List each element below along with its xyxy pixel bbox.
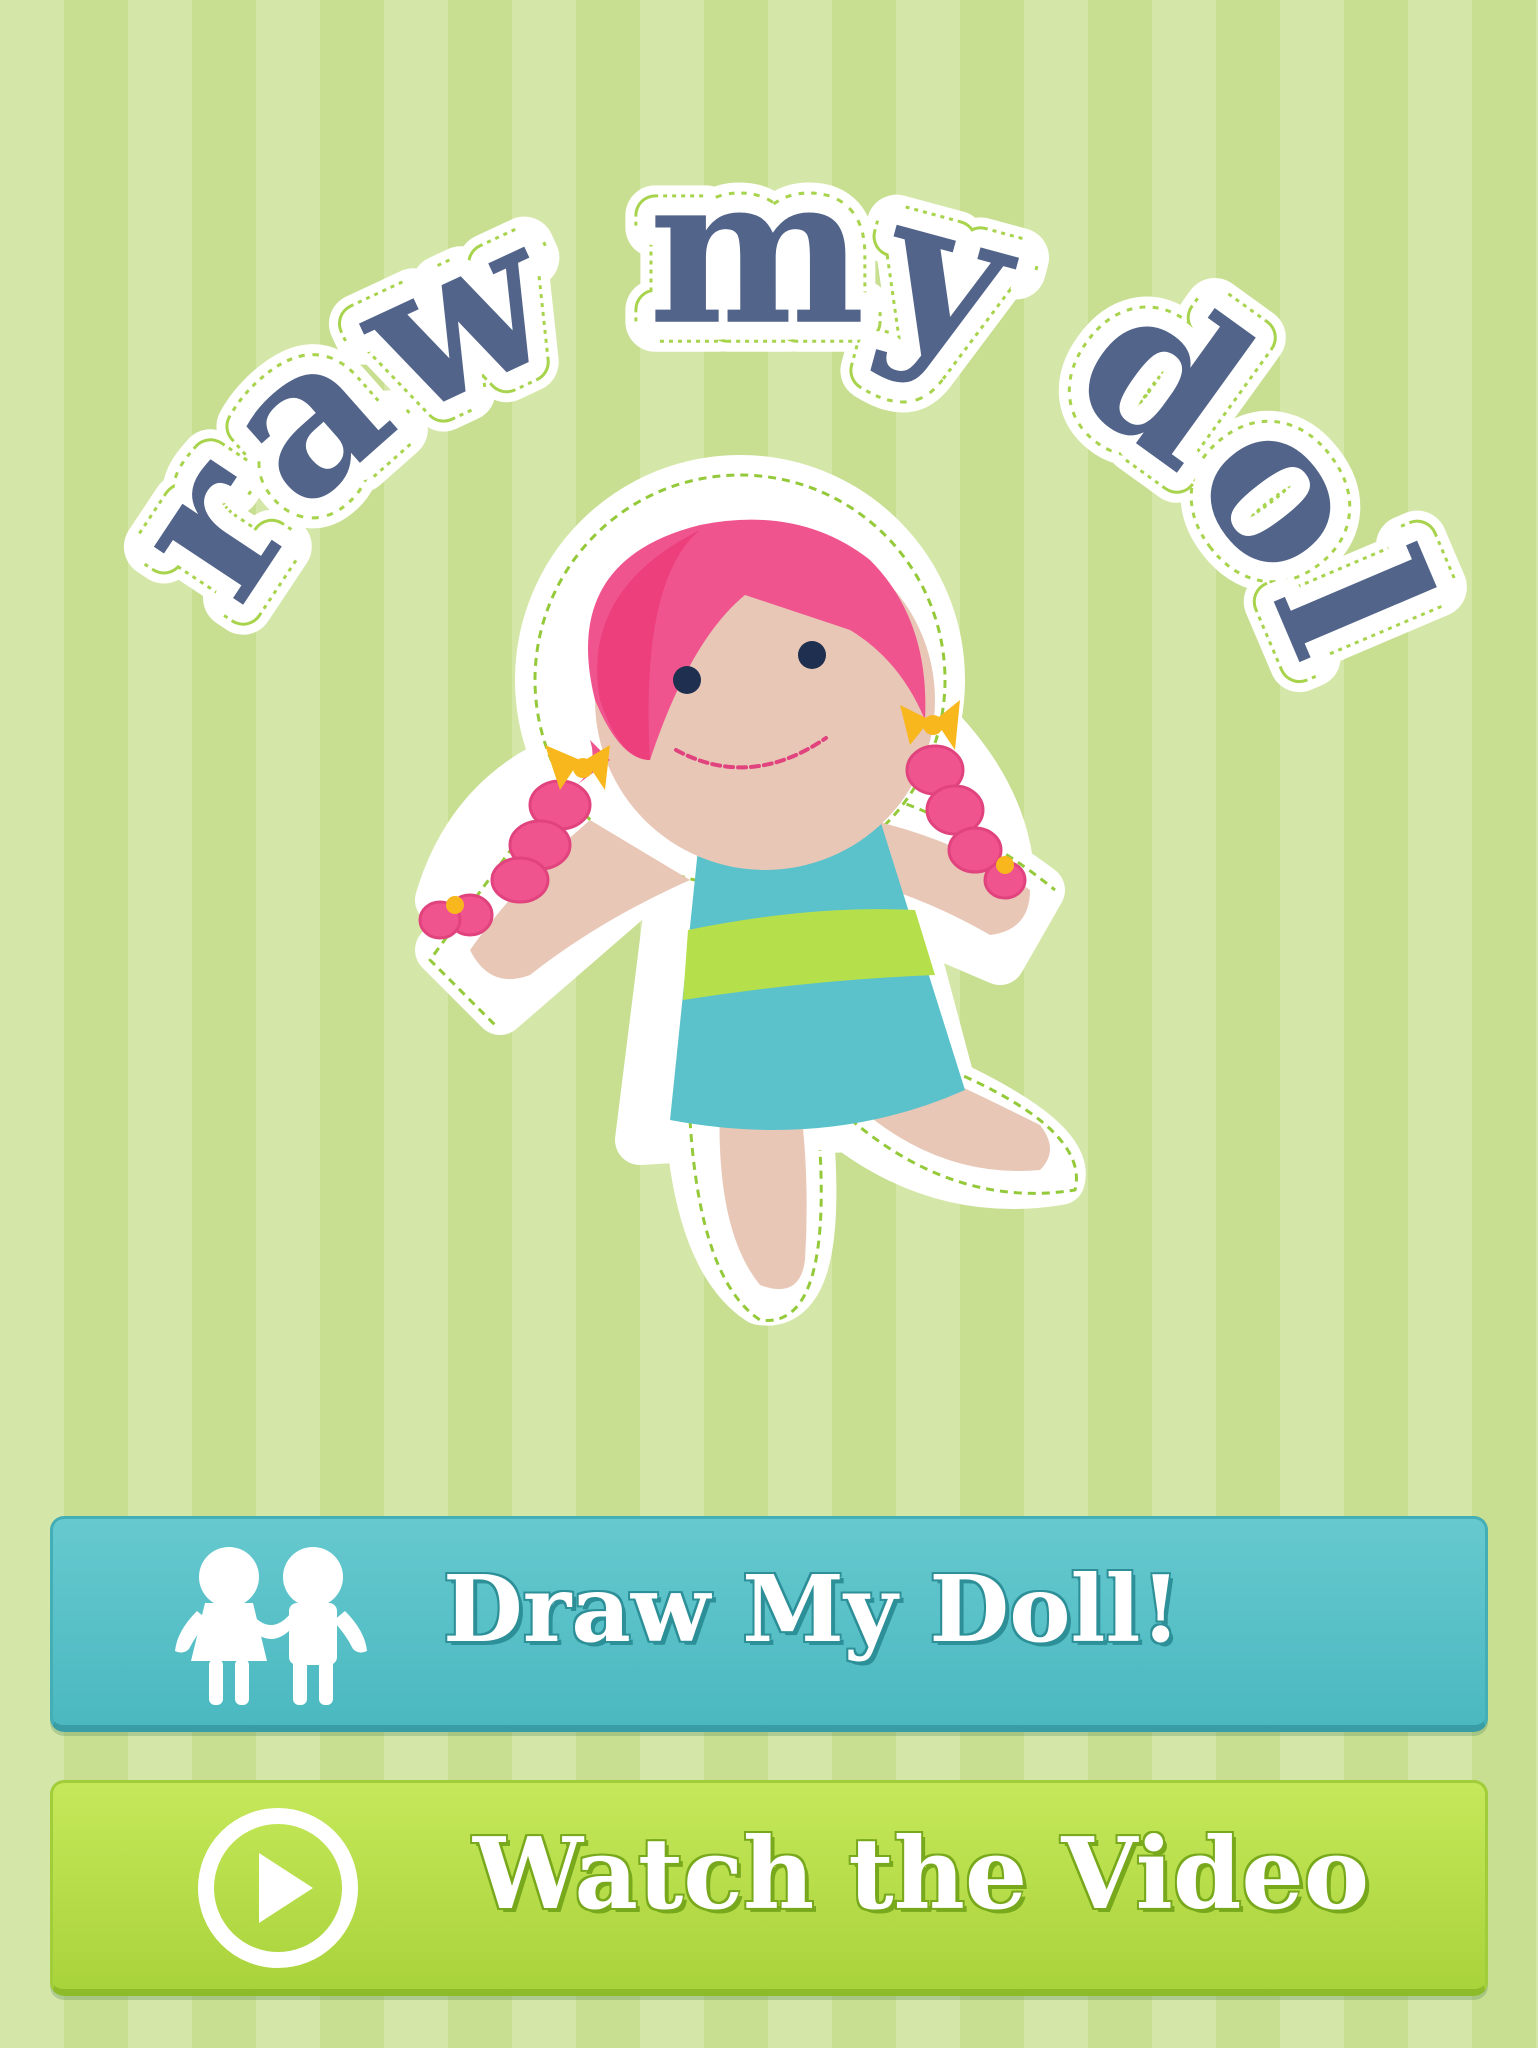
watch-video-button[interactable]: Watch the Video (50, 1780, 1488, 1996)
play-circle-icon (198, 1808, 358, 1968)
two-kids-holding-hands-icon (175, 1547, 367, 1705)
watch-video-label: Watch the Video (473, 1817, 1370, 1932)
hero-scene: draw my doll draw my doll draw my doll d… (0, 0, 1504, 1326)
draw-my-doll-button[interactable]: Draw My Doll! (50, 1516, 1488, 1732)
draw-my-doll-label: Draw My Doll! (443, 1555, 1181, 1663)
doll-illustration (415, 455, 1086, 1326)
